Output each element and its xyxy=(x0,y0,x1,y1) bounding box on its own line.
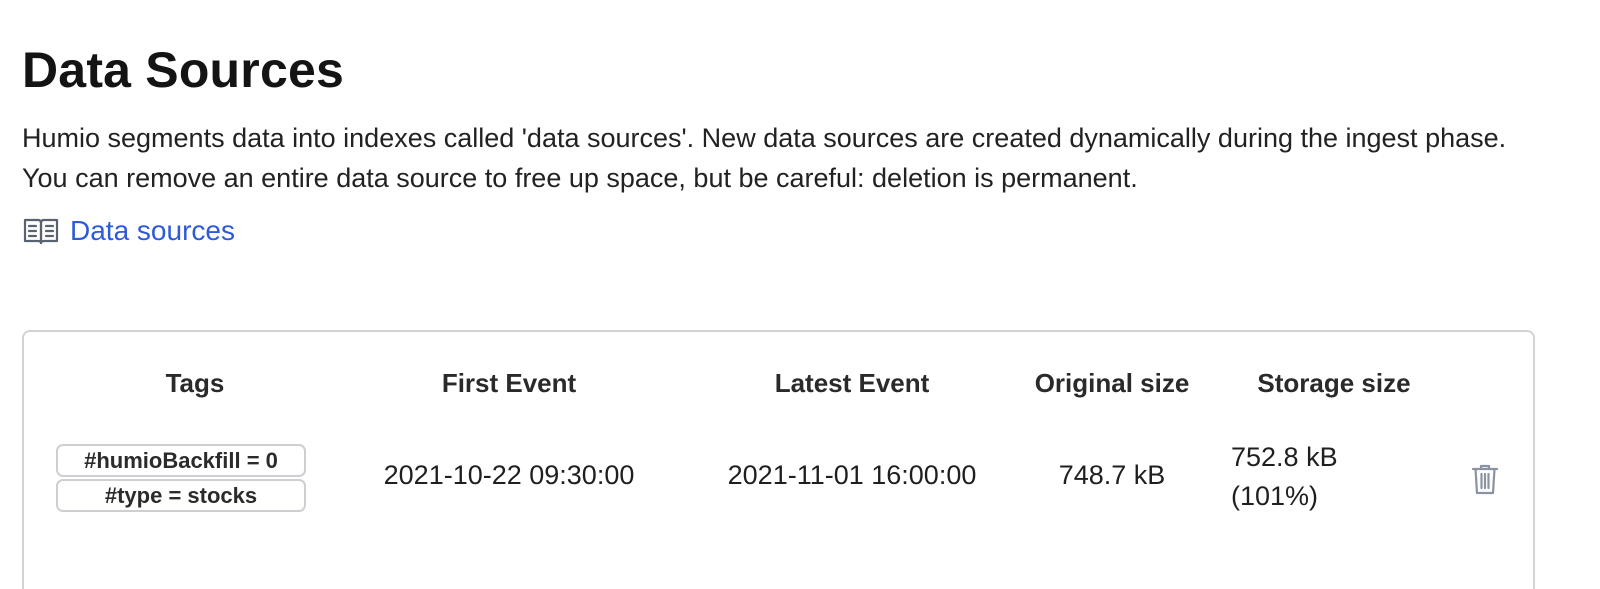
column-header-original-size: Original size xyxy=(1034,368,1190,398)
storage-size-percent: (101%) xyxy=(1231,481,1319,511)
trash-icon xyxy=(1470,464,1500,499)
tag-pill-humio-backfill[interactable]: #humioBackfill = 0 xyxy=(56,444,306,477)
first-event-cell: 2021-10-22 09:30:00 xyxy=(383,460,635,490)
delete-data-source-button[interactable] xyxy=(1470,462,1500,496)
doc-link-label[interactable]: Data sources xyxy=(70,214,235,248)
latest-event-cell: 2021-11-01 16:00:00 xyxy=(727,460,977,490)
tag-pill-type[interactable]: #type = stocks xyxy=(56,479,306,512)
data-sources-table: Tags First Event Latest Event Original s… xyxy=(22,330,1535,589)
data-sources-page: Data Sources Humio segments data into in… xyxy=(0,0,1600,589)
column-header-first-event: First Event xyxy=(441,368,577,398)
page-title: Data Sources xyxy=(22,42,344,98)
column-header-storage-size: Storage size xyxy=(1257,368,1411,398)
column-header-tags: Tags xyxy=(165,368,225,398)
tag-list: #humioBackfill = 0 #type = stocks xyxy=(56,444,306,512)
column-header-latest-event: Latest Event xyxy=(774,368,930,398)
storage-size-cell: 752.8 kB (101%) xyxy=(1231,438,1338,516)
storage-size-value: 752.8 kB xyxy=(1231,442,1338,472)
data-sources-doc-link[interactable]: Data sources xyxy=(22,214,235,248)
page-description: Humio segments data into indexes called … xyxy=(22,123,1507,193)
book-icon xyxy=(22,215,60,247)
original-size-cell: 748.7 kB xyxy=(1058,460,1166,490)
